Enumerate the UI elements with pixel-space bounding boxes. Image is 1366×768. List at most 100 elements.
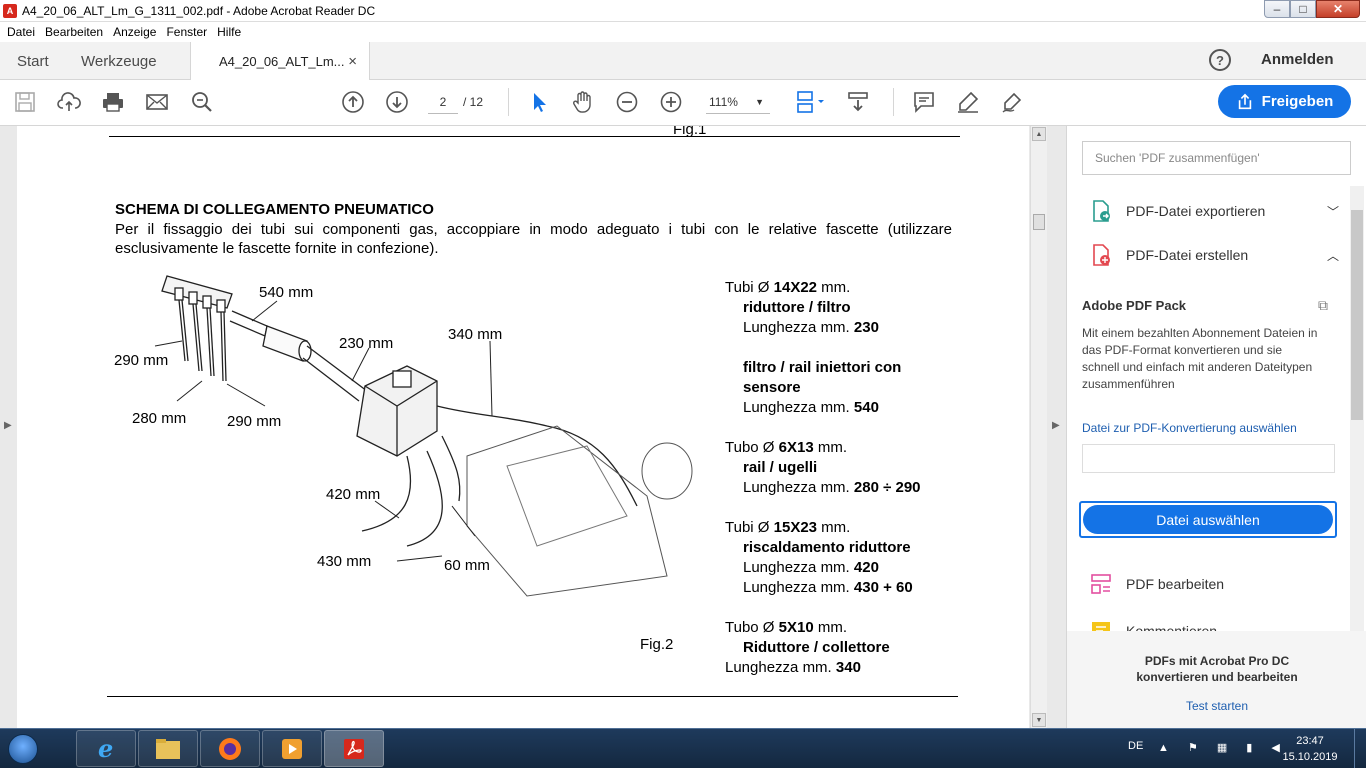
menu-bearbeiten[interactable]: Bearbeiten bbox=[45, 25, 103, 39]
tool-create-pdf[interactable]: PDF-Datei erstellen ︿ bbox=[1089, 240, 1339, 270]
previous-page-icon[interactable] bbox=[340, 89, 366, 115]
tools-pane-scroll-thumb[interactable] bbox=[1351, 210, 1363, 420]
menu-bar: Datei Bearbeiten Anzeige Fenster Hilfe bbox=[0, 22, 1366, 42]
share-button[interactable]: Freigeben bbox=[1218, 85, 1351, 118]
spec-tube-1-b-title-2: sensore bbox=[743, 379, 801, 396]
tab-close-icon[interactable]: × bbox=[348, 53, 357, 70]
right-panel-toggle-icon[interactable]: ▶ bbox=[1052, 420, 1060, 431]
spec-tube-1-b-length: Lunghezza mm. 540 bbox=[743, 399, 879, 416]
taskbar-acrobat[interactable] bbox=[324, 730, 384, 767]
pdf-page: Fig.1 SCHEMA DI COLLEGAMENTO PNEUMATICO … bbox=[17, 126, 1029, 728]
select-cursor-icon[interactable] bbox=[526, 89, 552, 115]
tools-search-input[interactable]: Suchen 'PDF zusammenfügen' bbox=[1082, 141, 1351, 175]
internet-explorer-icon: e bbox=[98, 735, 113, 763]
start-trial-link[interactable]: Test starten bbox=[1067, 699, 1366, 713]
comment-icon[interactable] bbox=[911, 89, 937, 115]
signin-button[interactable]: Anmelden bbox=[1261, 51, 1334, 68]
zoom-in-icon[interactable] bbox=[658, 89, 684, 115]
taskbar-file-explorer[interactable] bbox=[138, 730, 198, 767]
keyboard-language[interactable]: DE bbox=[1128, 740, 1143, 752]
left-panel-toggle-icon[interactable]: ▶ bbox=[4, 420, 12, 431]
maximize-button[interactable]: □ bbox=[1290, 0, 1316, 18]
taskbar-clock[interactable]: 23:47 15.10.2019 bbox=[1280, 733, 1340, 765]
minimize-button[interactable]: – bbox=[1264, 0, 1290, 18]
menu-anzeige[interactable]: Anzeige bbox=[113, 25, 156, 39]
taskbar-firefox[interactable] bbox=[200, 730, 260, 767]
page-number-input[interactable]: 2 bbox=[428, 90, 458, 114]
taskbar-internet-explorer[interactable]: e bbox=[76, 730, 136, 767]
window-controls: – □ ✕ bbox=[1264, 0, 1360, 18]
scroll-up-icon[interactable]: ▲ bbox=[1032, 127, 1046, 141]
tool-create-label: PDF-Datei erstellen bbox=[1126, 247, 1249, 263]
tab-werkzeuge[interactable]: Werkzeuge bbox=[81, 42, 157, 80]
leader-420 bbox=[374, 500, 400, 519]
hose-430 bbox=[406, 450, 443, 547]
tool-edit-pdf[interactable]: PDF bearbeiten bbox=[1089, 569, 1339, 599]
edit-pdf-icon bbox=[1091, 574, 1111, 594]
spec-tube-4-title: Riduttore / collettore bbox=[743, 639, 890, 656]
chevron-down-icon: ▼ bbox=[755, 97, 764, 107]
rule-bottom bbox=[107, 696, 958, 697]
tool-export-pdf[interactable]: PDF-Datei exportieren ﹀ bbox=[1089, 196, 1339, 226]
injector-hose-1b bbox=[181, 299, 189, 362]
select-file-label[interactable]: Datei zur PDF-Konvertierung auswählen bbox=[1082, 421, 1297, 435]
hand-tool-icon[interactable] bbox=[570, 89, 596, 115]
zoom-select[interactable]: 111% ▼ bbox=[706, 90, 770, 114]
help-icon[interactable]: ? bbox=[1209, 49, 1231, 71]
close-button[interactable]: ✕ bbox=[1316, 0, 1360, 18]
zoom-search-icon[interactable] bbox=[189, 89, 215, 115]
tools-pane-scrollbar[interactable] bbox=[1350, 186, 1364, 631]
tab-document-label: A4_20_06_ALT_Lm... bbox=[219, 53, 345, 69]
taskbar-media-player[interactable] bbox=[262, 730, 322, 767]
spec-tube-2-title: rail / ugelli bbox=[743, 459, 818, 476]
choose-file-label: Datei auswählen bbox=[1083, 505, 1333, 534]
tab-start[interactable]: Start bbox=[17, 42, 49, 80]
tab-document[interactable]: A4_20_06_ALT_Lm... × bbox=[190, 42, 370, 80]
rule-top bbox=[109, 136, 960, 137]
hose-230 bbox=[302, 345, 368, 402]
start-button[interactable] bbox=[3, 731, 43, 767]
spec-tube-4-length: Lunghezza mm. 340 bbox=[725, 659, 861, 676]
menu-hilfe[interactable]: Hilfe bbox=[217, 25, 241, 39]
injector-hose-4 bbox=[220, 311, 224, 382]
print-icon[interactable] bbox=[100, 89, 126, 115]
firefox-icon bbox=[219, 737, 241, 760]
choose-file-button[interactable]: Datei auswählen bbox=[1079, 501, 1337, 538]
folder-icon bbox=[156, 738, 180, 759]
label-430: 430 mm bbox=[317, 553, 372, 570]
label-290a: 290 mm bbox=[114, 352, 169, 369]
mail-icon[interactable] bbox=[144, 89, 170, 115]
page-layout-icon[interactable] bbox=[794, 89, 828, 115]
chevron-down-icon: ﹀ bbox=[1326, 204, 1339, 219]
zoom-out-icon[interactable] bbox=[614, 89, 640, 115]
toolbar-divider bbox=[508, 88, 509, 116]
svg-text:e: e bbox=[98, 735, 113, 763]
spec-tube-1-a-length: Lunghezza mm. 230 bbox=[743, 319, 879, 336]
menu-datei[interactable]: Datei bbox=[7, 25, 35, 39]
spec-tube-2: Tubo Ø 6X13 mm. bbox=[725, 439, 848, 456]
save-icon[interactable] bbox=[12, 89, 38, 115]
media-player-icon bbox=[282, 738, 302, 759]
share-icon bbox=[1238, 93, 1251, 109]
cloud-upload-icon[interactable] bbox=[56, 89, 82, 115]
sign-pen-icon[interactable] bbox=[999, 89, 1025, 115]
clock-date: 15.10.2019 bbox=[1282, 751, 1338, 763]
next-page-icon[interactable] bbox=[384, 89, 410, 115]
spec-tube-3: Tubi Ø 15X23 mm. bbox=[725, 519, 851, 536]
hose-60 bbox=[441, 435, 461, 502]
highlight-pen-icon[interactable] bbox=[955, 89, 981, 115]
document-scrollbar[interactable]: ▲ ▼ bbox=[1030, 126, 1047, 728]
tools-pane: Suchen 'PDF zusammenfügen' PDF-Datei exp… bbox=[1066, 126, 1366, 728]
leader-540 bbox=[251, 300, 278, 322]
hose-540 bbox=[229, 310, 268, 337]
scroll-thumb[interactable] bbox=[1033, 214, 1045, 230]
menu-fenster[interactable]: Fenster bbox=[166, 25, 207, 39]
spec-tube-3-length-2: Lunghezza mm. 430 + 60 bbox=[743, 579, 913, 596]
scroll-down-icon[interactable]: ▼ bbox=[1032, 713, 1046, 727]
injector-hose-4b bbox=[223, 311, 227, 382]
show-desktop-button[interactable] bbox=[1354, 729, 1366, 768]
system-tray-icons[interactable]: ▲ ⚑ ▦ ▮ ◀ bbox=[1158, 741, 1288, 754]
scroll-mode-icon[interactable] bbox=[845, 89, 871, 115]
selected-file-field[interactable] bbox=[1082, 444, 1335, 473]
leader-230 bbox=[351, 347, 370, 382]
